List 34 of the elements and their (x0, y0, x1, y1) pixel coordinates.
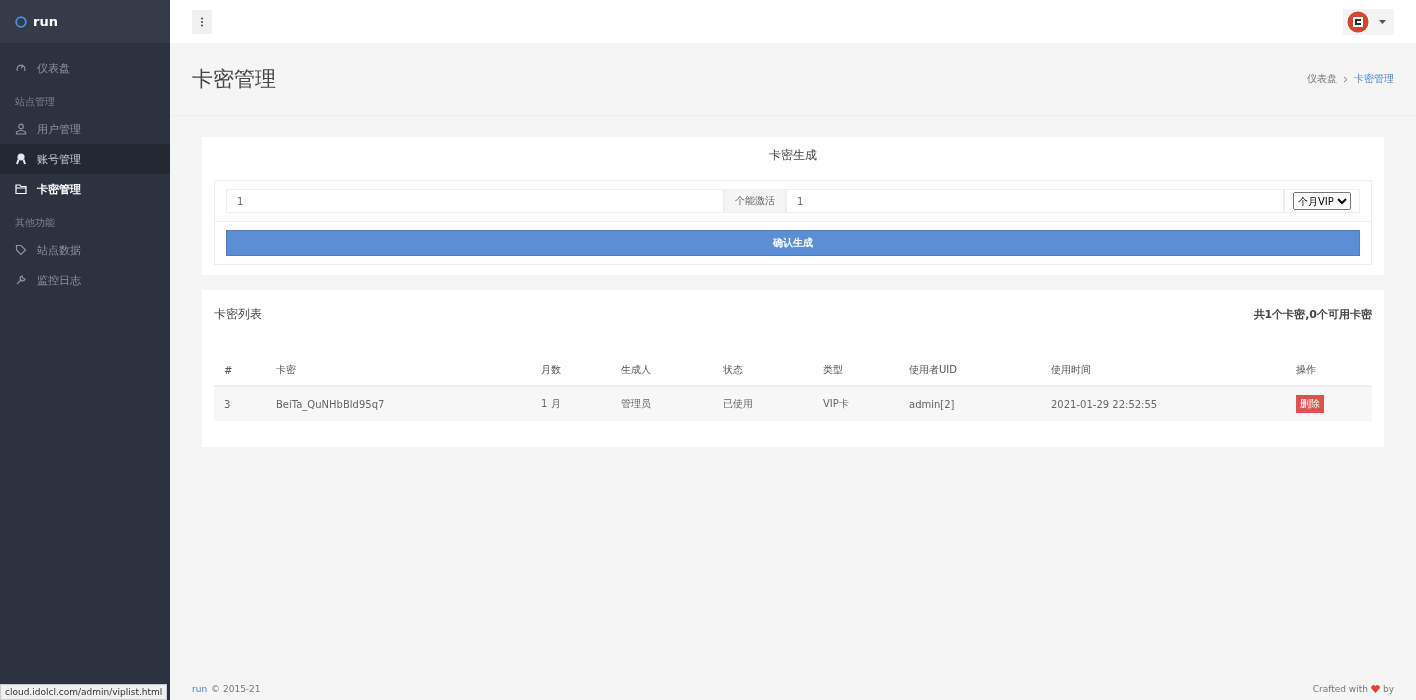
card-title: 卡密列表 (214, 306, 262, 323)
table-cell: admin[2] (899, 386, 1041, 421)
by-text: by (1382, 684, 1394, 694)
sidebar-heading: 其他功能 (14, 216, 56, 230)
sidebar-item[interactable]: 卡密管理 (0, 174, 170, 204)
sidebar-item[interactable]: 账号管理 (0, 144, 170, 174)
table-cell: VIP卡 (813, 386, 899, 421)
table-cell: 已使用 (713, 386, 813, 421)
table-cell: BeiTa_QuNHbBld95q7 (266, 386, 531, 421)
crafted-text: Crafted with (1312, 684, 1368, 694)
footer-link[interactable]: run (192, 684, 208, 694)
type-select[interactable]: 个月VIP (1293, 192, 1351, 210)
sidebar-item[interactable]: 站点数据 (0, 235, 170, 265)
count-field[interactable]: 1 (226, 189, 724, 213)
table-cell: 管理员 (611, 386, 713, 421)
summary-text: 共1个卡密,0个可用卡密 (1253, 307, 1372, 322)
sidebar-heading: 站点管理 (14, 95, 56, 109)
table-cell: 2021-01-29 22:52:55 (1041, 386, 1286, 421)
page-title: 卡密管理 (192, 66, 276, 93)
breadcrumb-link[interactable]: 卡密管理 (1354, 72, 1394, 86)
months-field[interactable]: 1 (786, 189, 1284, 213)
card-title: 卡密生成 (768, 147, 818, 164)
generate-button[interactable]: 确认生成 (226, 230, 1360, 256)
sidebar-item[interactable]: 监控日志 (0, 265, 170, 295)
sidebar-item[interactable]: 仪表盘 (0, 53, 170, 83)
breadcrumb-link[interactable]: 仪表盘 (1307, 72, 1337, 86)
delete-button[interactable]: 删除 (1296, 395, 1324, 413)
table-cell: 1 月 (531, 386, 611, 421)
brand-name[interactable]: run (33, 14, 58, 29)
copyright-text: © 2015-21 (211, 684, 261, 694)
status-url: cloud.idolcl.com/admin/viplist.html (0, 684, 168, 700)
sidebar-item[interactable]: 用户管理 (0, 114, 170, 144)
input-addon: 个能激活 (724, 189, 786, 213)
table-cell: 3 (214, 386, 266, 421)
